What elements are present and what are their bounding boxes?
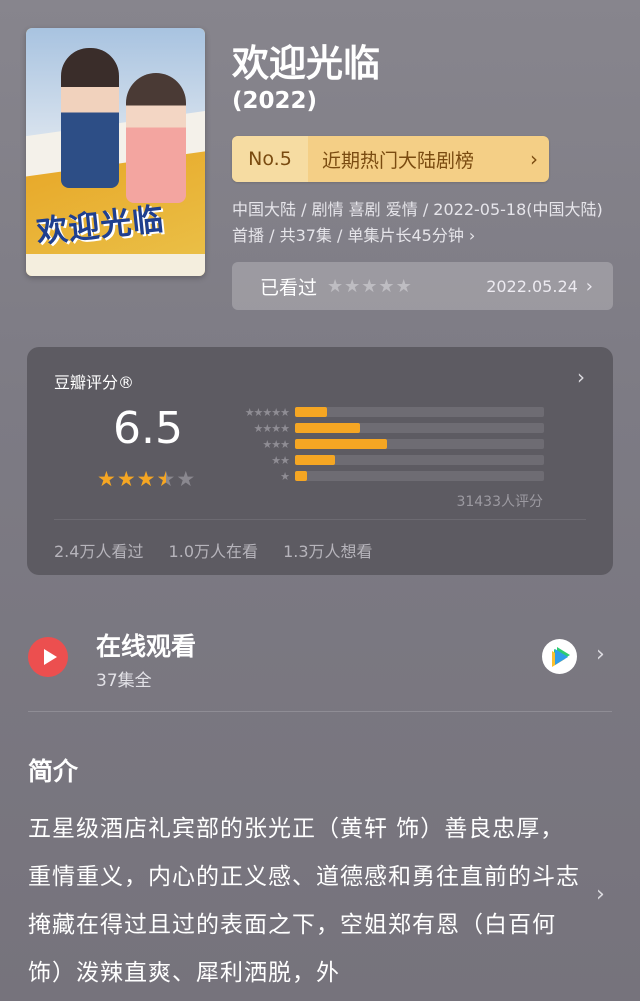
rating-bar-track bbox=[295, 471, 544, 481]
tencent-video-icon[interactable] bbox=[542, 639, 577, 674]
rating-bar-fill bbox=[295, 455, 335, 465]
episode-count: 37集全 bbox=[96, 671, 152, 691]
rating-bar-row: ★★★★★ bbox=[223, 405, 544, 419]
poster-actor-figure bbox=[61, 48, 119, 188]
rating-bar-track bbox=[295, 407, 544, 417]
watched-status-bar[interactable]: 已看过 ★★★★★ 2022.05.24 › bbox=[232, 262, 613, 310]
movie-title: 欢迎光临 bbox=[232, 42, 380, 85]
rating-bar-stars: ★★★★ bbox=[253, 421, 290, 435]
rating-bar-row: ★ bbox=[223, 469, 544, 483]
audience-stats: 2.4万人看过 1.0万人在看 1.3万人想看 bbox=[54, 538, 393, 562]
stat-want-to-watch[interactable]: 1.3万人想看 bbox=[283, 542, 372, 561]
rating-bar-stars: ★★ bbox=[271, 453, 290, 467]
star-full-icon: ★ bbox=[136, 467, 157, 491]
divider bbox=[54, 519, 586, 520]
star-empty-icon: ★ bbox=[176, 467, 197, 491]
rating-bar-row: ★★ bbox=[223, 453, 544, 467]
ranking-number: No.5 bbox=[232, 136, 308, 182]
ranking-label: 近期热门大陆剧榜 bbox=[322, 149, 475, 172]
chevron-right-icon: › bbox=[596, 642, 605, 667]
stat-watched[interactable]: 2.4万人看过 bbox=[54, 542, 143, 561]
poster-title: 欢迎光临 bbox=[34, 201, 166, 251]
rating-stars: ★★★★★ bbox=[97, 467, 196, 491]
divider bbox=[28, 711, 612, 712]
rating-bar-row: ★★★ bbox=[223, 437, 544, 451]
online-watch-row[interactable]: 在线观看 37集全 › bbox=[0, 610, 640, 706]
rating-label: 豆瓣评分® bbox=[54, 373, 135, 392]
watched-label: 已看过 bbox=[260, 276, 318, 299]
ranking-badge[interactable]: No.5 近期热门大陆剧榜 › bbox=[232, 136, 549, 182]
synopsis-text[interactable]: 五星级酒店礼宾部的张光正（黄轩 饰）善良忠厚，重情重义，内心的正义感、道德感和勇… bbox=[28, 805, 580, 997]
rating-score: 6.5 bbox=[113, 403, 183, 454]
rating-bar-stars: ★★★★★ bbox=[244, 405, 290, 419]
rating-bar-fill bbox=[295, 407, 328, 417]
online-watch-title: 在线观看 bbox=[96, 632, 197, 661]
rating-bar-fill bbox=[295, 471, 308, 481]
rating-bar-fill bbox=[295, 439, 388, 449]
synopsis-heading: 简介 bbox=[28, 757, 79, 786]
rating-bar-stars: ★★★ bbox=[262, 437, 290, 451]
chevron-right-icon: › bbox=[530, 147, 538, 171]
poster-actress-figure bbox=[126, 73, 186, 203]
rating-bar-stars: ★ bbox=[280, 469, 290, 483]
star-full-icon: ★ bbox=[116, 467, 137, 491]
rating-bar-track bbox=[295, 423, 544, 433]
rating-bar-fill bbox=[295, 423, 360, 433]
rating-bar-row: ★★★★ bbox=[223, 421, 544, 435]
chevron-right-icon[interactable]: › bbox=[577, 365, 585, 389]
rating-count: 31433人评分 bbox=[456, 494, 543, 510]
watched-date: 2022.05.24 bbox=[486, 276, 578, 296]
chevron-right-icon: › bbox=[585, 275, 593, 297]
star-full-icon: ★ bbox=[97, 467, 117, 491]
movie-meta-info[interactable]: 中国大陆 / 剧情 喜剧 爱情 / 2022-05-18(中国大陆)首播 / 共… bbox=[232, 197, 604, 249]
my-rating-stars[interactable]: ★★★★★ bbox=[327, 276, 413, 297]
stat-watching[interactable]: 1.0万人在看 bbox=[169, 542, 258, 561]
rating-bar-track bbox=[295, 455, 544, 465]
poster-credits-strip bbox=[26, 254, 205, 276]
star-half-icon: ★ bbox=[156, 467, 177, 491]
play-icon[interactable] bbox=[28, 637, 68, 677]
douban-rating-card[interactable]: 豆瓣评分® › 6.5 ★★★★★ ★★★★★ ★★★★ ★★★ ★★ ★ 31433人… bbox=[27, 347, 613, 575]
movie-year: (2022) bbox=[232, 88, 318, 114]
chevron-right-icon[interactable]: › bbox=[596, 882, 605, 907]
poster-image[interactable]: 欢迎光临 bbox=[26, 28, 205, 276]
rating-bar-track bbox=[295, 439, 544, 449]
